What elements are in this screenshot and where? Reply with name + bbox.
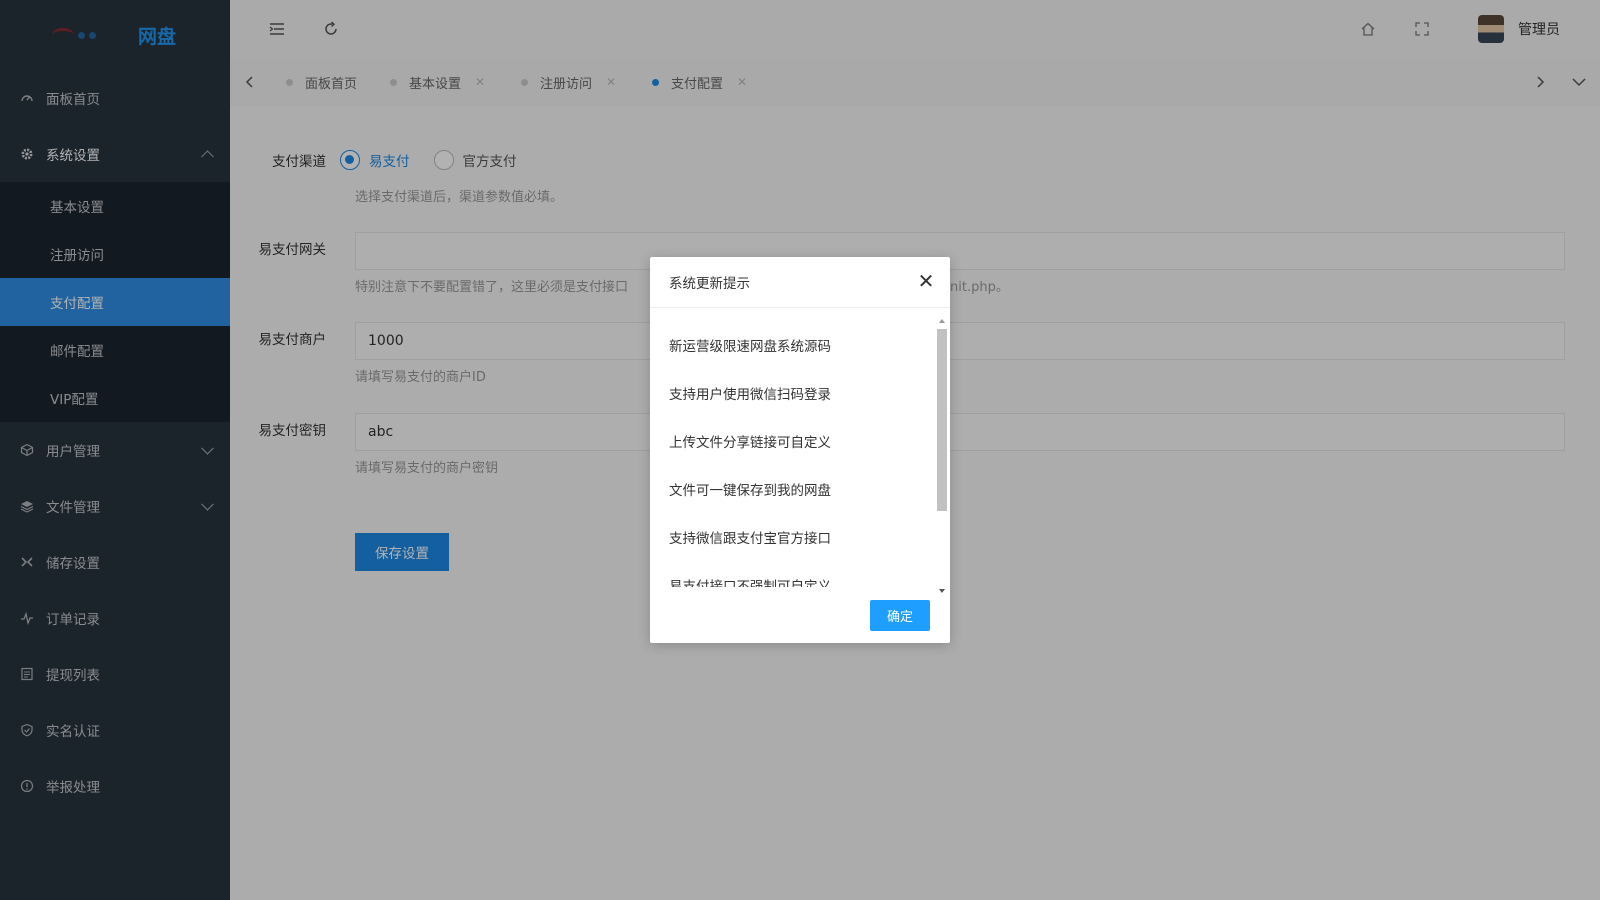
dialog-title: 系统更新提示 xyxy=(669,276,750,292)
dialog-header: 系统更新提示 ✕ xyxy=(650,257,950,308)
dialog-scrollbar[interactable] xyxy=(936,317,948,593)
list-item: 上传文件分享链接可自定义 xyxy=(669,435,831,451)
close-icon[interactable]: ✕ xyxy=(916,269,936,293)
update-notice-dialog: 系统更新提示 ✕ 新运营级限速网盘系统源码 支持用户使用微信扫码登录 上传文件分… xyxy=(650,257,950,643)
list-item: 支持微信跟支付宝官方接口 xyxy=(669,531,831,547)
scroll-thumb[interactable] xyxy=(937,329,947,511)
confirm-button[interactable]: 确定 xyxy=(870,600,930,631)
scroll-up-arrow-icon[interactable] xyxy=(939,319,945,323)
scroll-down-arrow-icon[interactable] xyxy=(939,589,945,593)
list-item: 新运营级限速网盘系统源码 xyxy=(669,339,831,355)
update-list: 新运营级限速网盘系统源码 支持用户使用微信扫码登录 上传文件分享链接可自定义 文… xyxy=(650,309,950,587)
list-item: 支持用户使用微信扫码登录 xyxy=(669,387,831,403)
list-item: 易支付接口不强制可自定义 xyxy=(669,579,831,587)
dialog-body[interactable]: 新运营级限速网盘系统源码 支持用户使用微信扫码登录 上传文件分享链接可自定义 文… xyxy=(650,309,950,587)
list-item: 文件可一键保存到我的网盘 xyxy=(669,483,831,499)
